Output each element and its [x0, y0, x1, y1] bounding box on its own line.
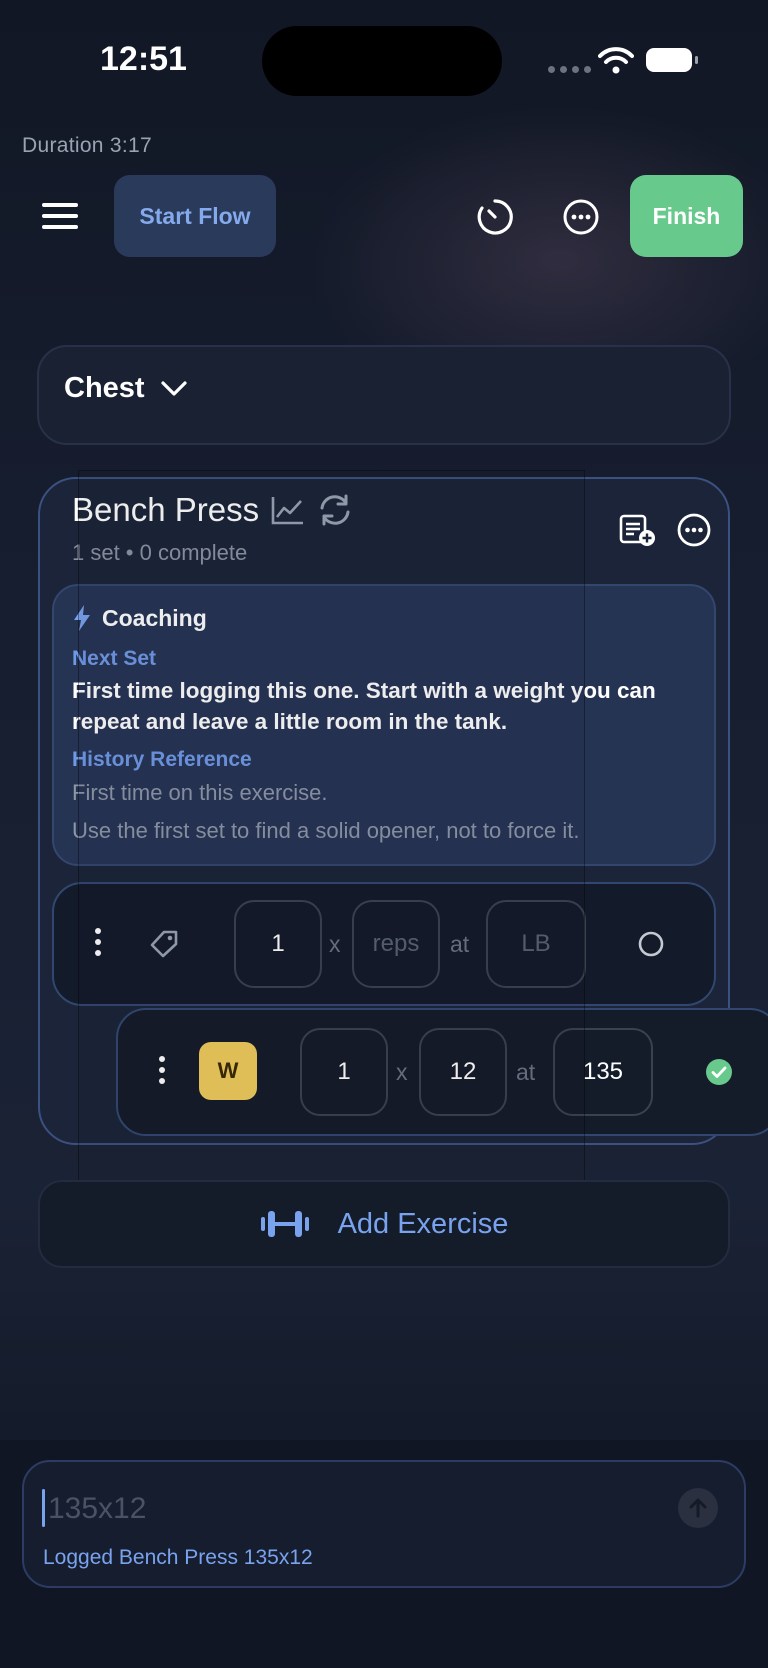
send-button[interactable]	[678, 1488, 718, 1528]
incomplete-circle-icon[interactable]	[637, 930, 665, 958]
menu-icon[interactable]	[38, 198, 82, 234]
quick-log-input[interactable]	[46, 1486, 650, 1532]
drag-selection-outline	[78, 470, 585, 1184]
wifi-icon	[598, 47, 634, 74]
add-note-icon[interactable]	[618, 510, 658, 550]
more-options-icon[interactable]	[558, 194, 604, 240]
add-exercise-label: Add Exercise	[337, 1207, 509, 1240]
add-exercise-button[interactable]: Add Exercise	[38, 1180, 730, 1268]
rest-timer-icon[interactable]	[472, 194, 518, 240]
finish-button[interactable]: Finish	[630, 175, 743, 257]
muscle-group-label: Chest	[64, 372, 145, 404]
chevron-down-icon	[160, 380, 187, 396]
start-flow-button[interactable]: Start Flow	[114, 175, 276, 257]
dumbbell-icon	[260, 1211, 309, 1237]
workout-duration: Duration 3:17	[22, 134, 152, 157]
dynamic-island	[262, 26, 502, 96]
muscle-group-selector[interactable]: Chest	[64, 372, 187, 405]
status-time: 12:51	[100, 40, 187, 78]
cellular-signal-icon	[548, 66, 591, 73]
battery-icon	[646, 48, 698, 72]
exercise-more-icon[interactable]	[674, 510, 714, 550]
completed-check-icon[interactable]	[705, 1058, 733, 1086]
arrow-up-icon	[689, 1498, 707, 1518]
log-status-text: Logged Bench Press 135x12	[43, 1546, 313, 1569]
text-cursor	[42, 1489, 45, 1527]
